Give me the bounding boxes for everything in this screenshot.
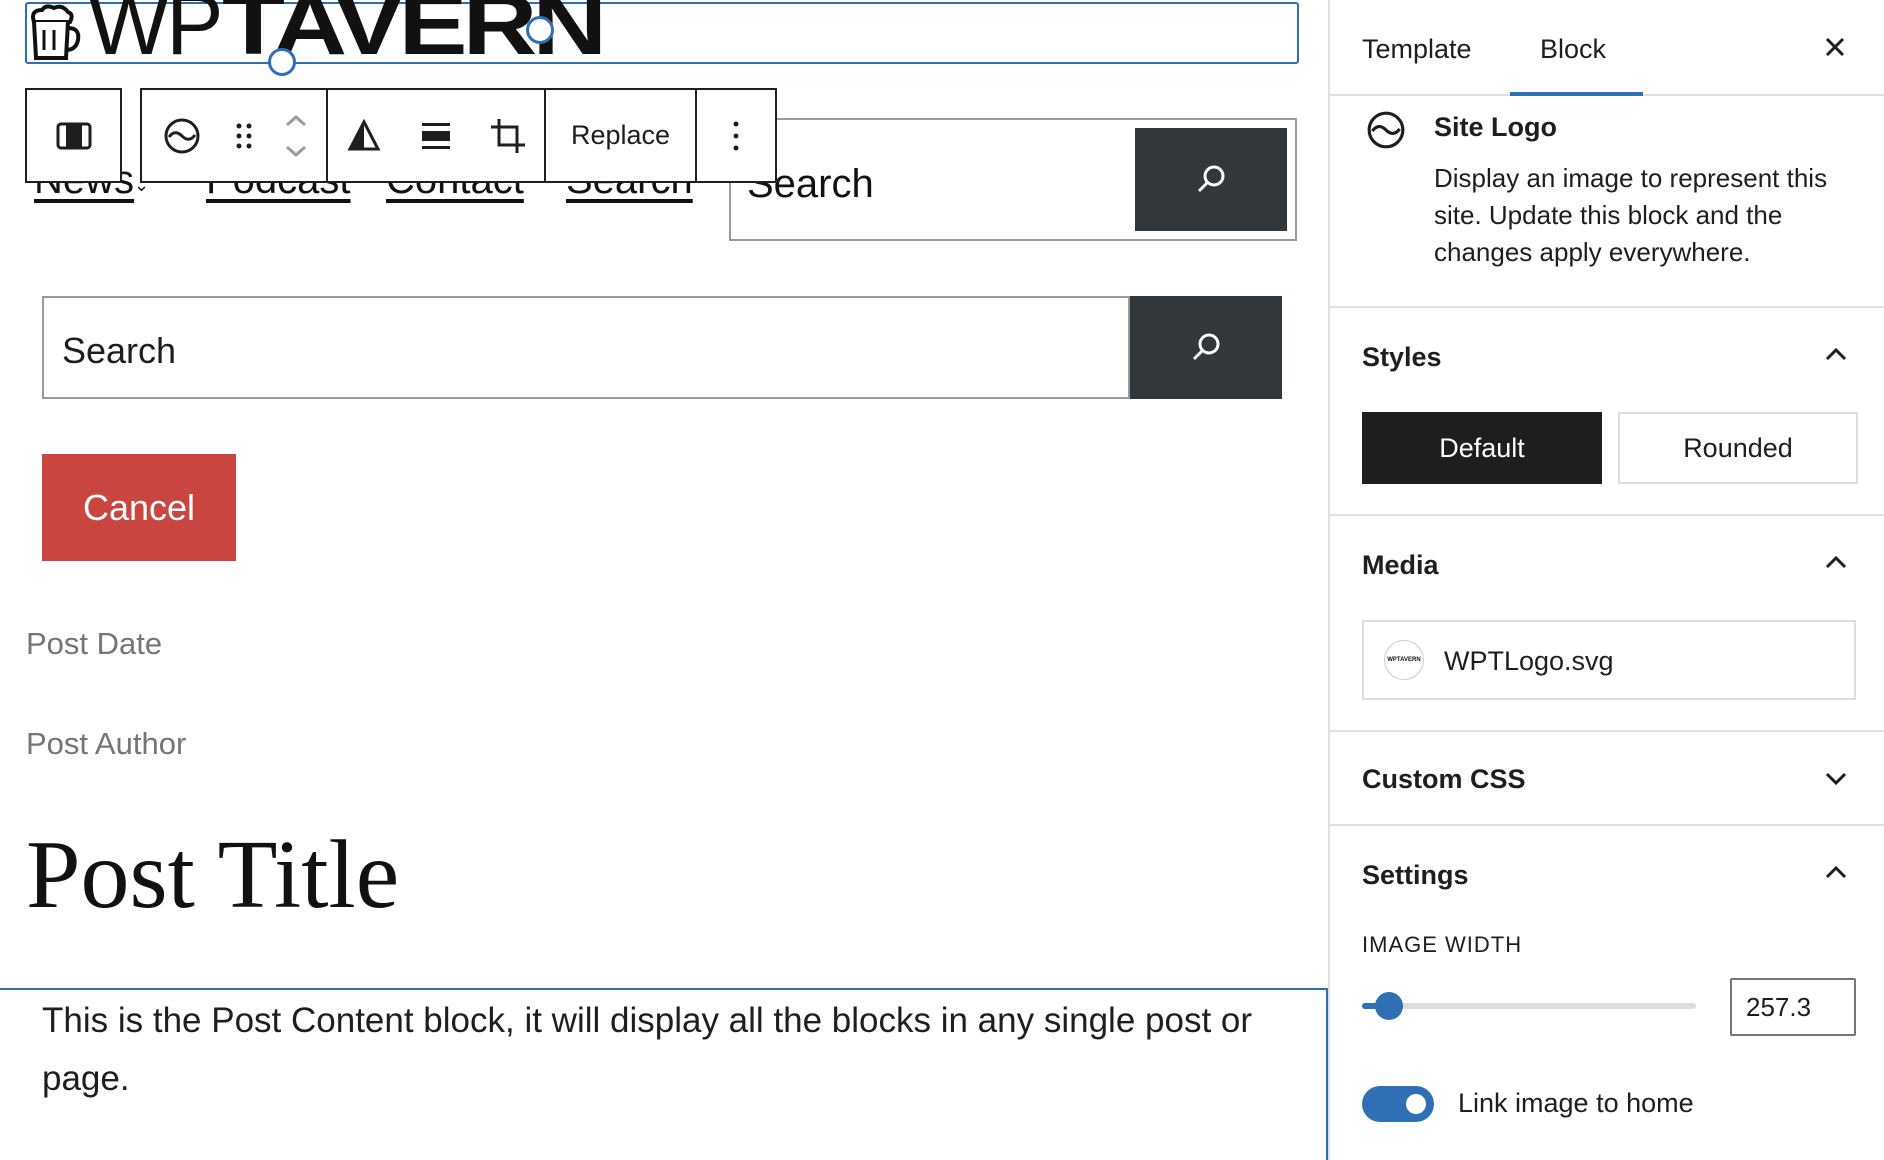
block-toolbar: Replace xyxy=(25,88,778,183)
post-content-text: This is the Post Content block, it will … xyxy=(42,1001,1253,1098)
style-default-button[interactable]: Default xyxy=(1362,412,1602,484)
resize-handle-right[interactable] xyxy=(526,16,554,44)
tab-block[interactable]: Block xyxy=(1540,34,1606,65)
media-panel-toggle[interactable] xyxy=(1822,548,1850,576)
search-input[interactable]: Search xyxy=(42,296,1130,399)
search-icon xyxy=(1197,165,1225,192)
drag-handle-icon xyxy=(236,123,252,148)
block-type-button[interactable] xyxy=(142,90,222,181)
image-width-slider-thumb[interactable] xyxy=(1374,992,1403,1020)
toolbar-group-replace: Replace xyxy=(544,88,696,183)
move-up-icon[interactable] xyxy=(284,113,308,129)
post-date: Post Date xyxy=(26,626,163,661)
toolbar-group-parent xyxy=(25,88,122,183)
chevron-up-icon xyxy=(1825,347,1847,361)
toolbar-group-block xyxy=(140,88,326,183)
crop-icon xyxy=(491,118,525,153)
close-sidebar-button[interactable] xyxy=(1818,30,1852,64)
image-width-slider[interactable] xyxy=(1362,992,1696,1020)
chevron-up-icon xyxy=(1825,555,1847,569)
search-placeholder: Search xyxy=(62,330,177,371)
align-center-icon xyxy=(422,122,450,149)
custom-css-panel-toggle[interactable] xyxy=(1822,764,1850,792)
search-button[interactable] xyxy=(1130,296,1282,399)
settings-panel-toggle[interactable] xyxy=(1822,858,1850,886)
replace-button[interactable]: Replace xyxy=(546,90,695,181)
more-vertical-icon xyxy=(733,121,739,150)
media-panel-title[interactable]: Media xyxy=(1362,550,1439,581)
styles-panel-title[interactable]: Styles xyxy=(1362,342,1442,373)
image-width-label: IMAGE WIDTH xyxy=(1362,932,1523,957)
link-to-home-toggle[interactable] xyxy=(1362,1086,1434,1122)
resize-handle-bottom[interactable] xyxy=(268,48,296,76)
tab-template[interactable]: Template xyxy=(1362,34,1472,65)
link-to-home-label: Link image to home xyxy=(1458,1088,1694,1118)
crop-button[interactable] xyxy=(472,90,544,181)
block-card-description: Display an image to represent this site.… xyxy=(1434,163,1828,267)
parent-block-icon xyxy=(56,122,91,149)
toolbar-group-tools xyxy=(326,88,544,183)
header-search: Search xyxy=(729,118,1297,241)
media-file-name: WPTLogo.svg xyxy=(1444,646,1614,676)
select-parent-button[interactable] xyxy=(27,90,120,181)
sidebar-tabs: Template Block xyxy=(1330,0,1884,96)
drag-handle[interactable] xyxy=(222,90,266,181)
site-logo-icon xyxy=(1367,111,1405,149)
duotone-button[interactable] xyxy=(328,90,400,181)
more-options-button[interactable] xyxy=(697,90,775,181)
move-buttons[interactable] xyxy=(266,90,326,181)
move-down-icon[interactable] xyxy=(284,143,308,159)
media-item[interactable]: WPTAVERN WPTLogo.svg xyxy=(1362,620,1856,700)
logo-wp-text: WP xyxy=(88,0,224,73)
toggle-knob xyxy=(1406,1094,1426,1114)
custom-css-panel-title[interactable]: Custom CSS xyxy=(1362,764,1526,795)
settings-sidebar: Template Block Site Logo Display an imag… xyxy=(1328,0,1884,1160)
block-card-title: Site Logo xyxy=(1434,112,1557,142)
custom-css-panel[interactable]: Custom CSS xyxy=(1330,732,1884,826)
duotone-icon xyxy=(347,118,381,150)
block-card: Site Logo Display an image to represent … xyxy=(1330,96,1884,308)
cancel-button[interactable]: Cancel xyxy=(42,454,236,561)
chevron-up-icon xyxy=(1825,865,1847,879)
beer-mug-icon xyxy=(31,4,81,60)
header-search-button[interactable] xyxy=(1135,128,1287,231)
close-icon xyxy=(1825,37,1845,57)
site-logo-icon xyxy=(164,118,200,153)
styles-panel-toggle[interactable] xyxy=(1822,340,1850,368)
post-title: Post Title xyxy=(26,821,400,929)
chevron-down-icon xyxy=(1825,772,1847,785)
media-thumbnail: WPTAVERN xyxy=(1384,640,1424,680)
settings-panel-title[interactable]: Settings xyxy=(1362,860,1469,891)
align-button[interactable] xyxy=(400,90,472,181)
style-rounded-button[interactable]: Rounded xyxy=(1618,412,1858,484)
editor-canvas: WP TAVERN News ⌄ Podcast Contact Search … xyxy=(0,0,1328,1160)
search-block: Search xyxy=(42,296,1282,399)
toolbar-group-options xyxy=(695,88,778,183)
post-author: Post Author xyxy=(26,726,187,761)
image-width-input[interactable]: 257.3 xyxy=(1730,978,1856,1036)
search-icon xyxy=(1192,333,1220,360)
